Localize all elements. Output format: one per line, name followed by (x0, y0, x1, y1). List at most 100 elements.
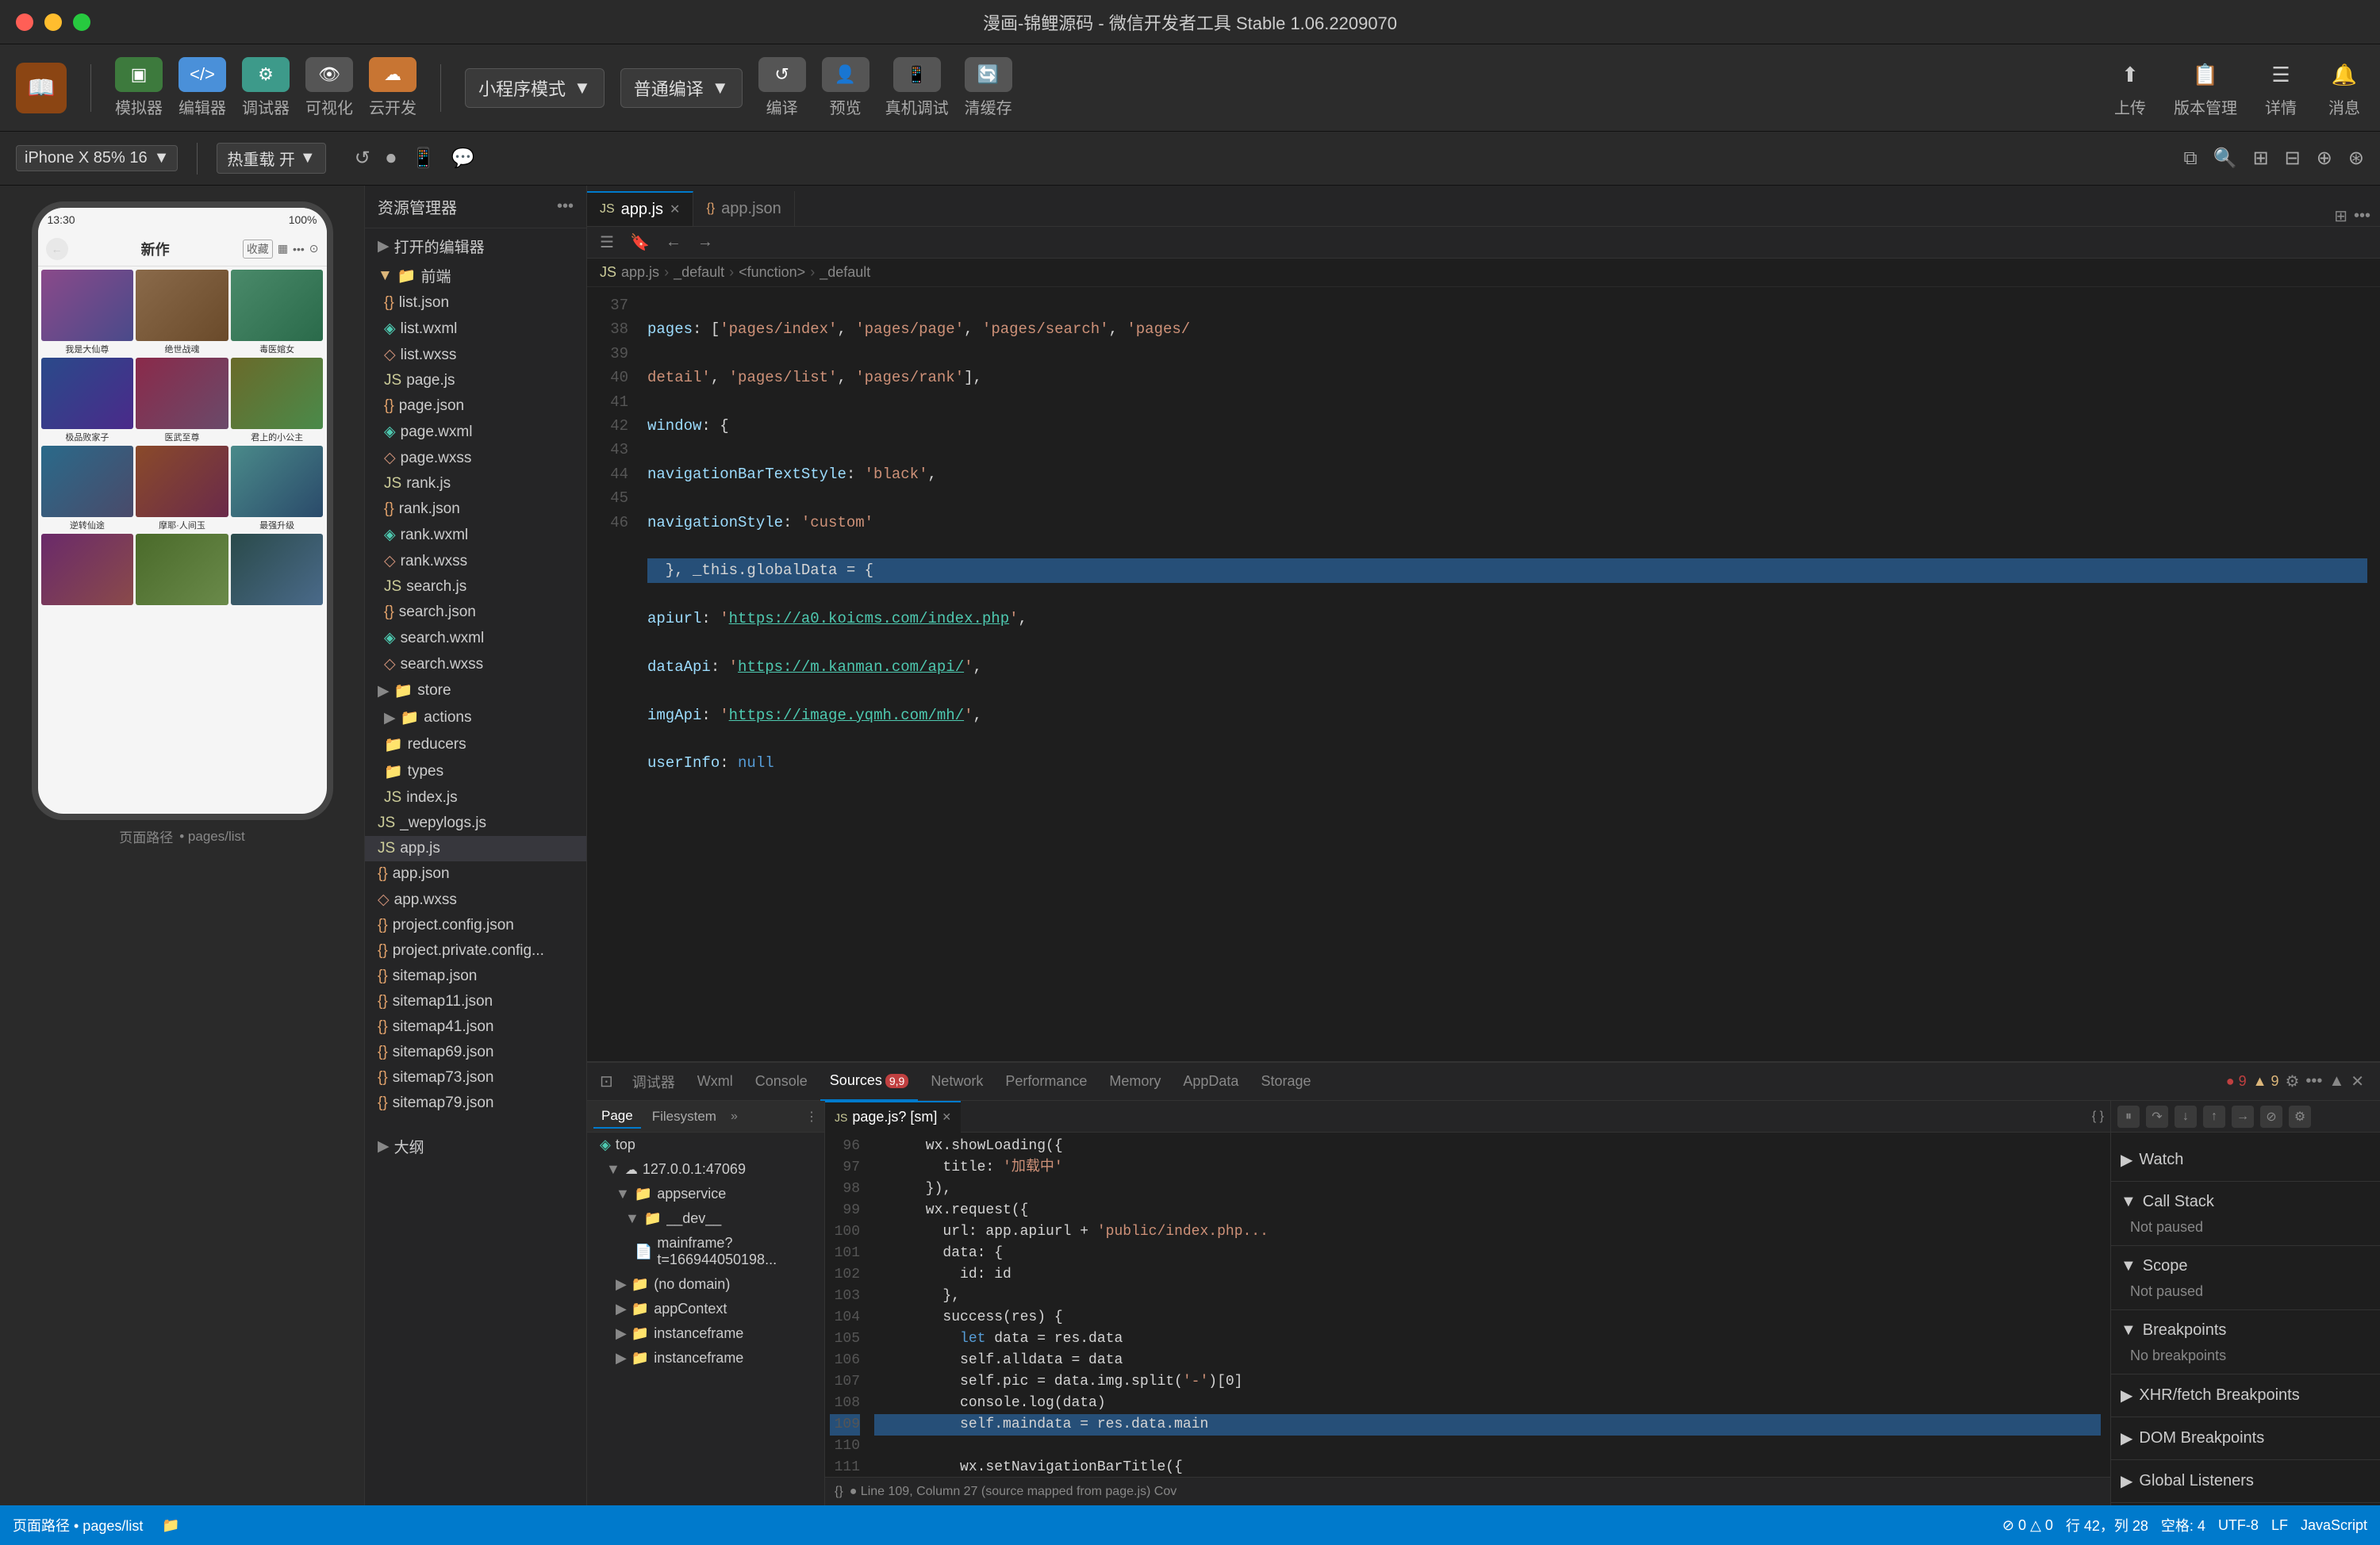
maximize-button[interactable] (73, 13, 90, 31)
filesystem-tab[interactable]: Filesystem (644, 1106, 724, 1128)
sitemap79-json[interactable]: {} sitemap79.json (365, 1091, 586, 1116)
sources-instanceframe1[interactable]: ▶ 📁 instanceframe (587, 1321, 824, 1346)
manga-item-6[interactable]: 君上的小公主 (231, 358, 324, 443)
rank-json[interactable]: {} rank.json (365, 496, 586, 522)
manga-item-11[interactable] (136, 534, 228, 607)
close-tab-icon[interactable]: ✕ (670, 201, 680, 217)
tab-sources[interactable]: Sources 9,9 (820, 1063, 919, 1101)
list-wxml[interactable]: ◈ list.wxml (365, 316, 586, 342)
manga-item-8[interactable]: 摩耶·人间玉 (136, 446, 228, 531)
sources-mainframe[interactable]: 📄 mainframe?t=166944050198... (587, 1231, 824, 1272)
tab-debugger[interactable]: 调试器 (623, 1063, 685, 1101)
deactivate-btn[interactable]: ⊘ (2260, 1106, 2282, 1128)
refresh-icon[interactable]: ↺ (355, 147, 370, 170)
debugger-group[interactable]: ⚙ 调试器 (242, 57, 290, 118)
toolbar-back-icon[interactable]: ← (662, 230, 685, 255)
sources-appcontext[interactable]: ▶ 📁 appContext (587, 1297, 824, 1321)
preview-group[interactable]: 👤 预览 (822, 57, 869, 118)
tab-appdata[interactable]: AppData (1173, 1063, 1248, 1101)
toolbar-forward-icon[interactable]: → (694, 230, 716, 255)
manga-item-10[interactable] (41, 534, 134, 607)
source-tab-close[interactable]: ✕ (942, 1110, 951, 1124)
page-wxss[interactable]: ◇ page.wxss (365, 445, 586, 471)
types-folder[interactable]: 📁 types (365, 758, 586, 785)
chevron-right-icon5[interactable]: » (731, 1110, 738, 1124)
tab-wxml[interactable]: Wxml (688, 1063, 743, 1101)
more-tabs-icon[interactable]: ••• (2354, 207, 2370, 225)
callstack-header[interactable]: ▼ Call Stack (2111, 1188, 2380, 1216)
step-out-btn[interactable]: ↑ (2203, 1106, 2225, 1128)
phone-grid-icon[interactable]: ▦ (278, 242, 288, 255)
tab-app-js[interactable]: JS app.js ✕ (587, 191, 693, 226)
more-debug-icon[interactable]: ••• (2305, 1072, 2322, 1091)
step-btn[interactable]: → (2232, 1106, 2254, 1128)
record-icon[interactable]: ⏺ (386, 148, 396, 170)
compile-mode-dropdown[interactable]: 普通编译 ▼ (620, 68, 743, 108)
sources-instanceframe2[interactable]: ▶ 📁 instanceframe (587, 1346, 824, 1371)
frontend-folder[interactable]: ▼ 📁 前端 (365, 261, 586, 290)
watch-header[interactable]: ▶ Watch (2111, 1145, 2380, 1175)
manga-item-7[interactable]: 逆转仙途 (41, 446, 134, 531)
upload-btn[interactable]: ⬆ 上传 (2110, 57, 2150, 118)
editor-group[interactable]: </> 编辑器 (178, 57, 226, 118)
tab-memory[interactable]: Memory (1100, 1063, 1170, 1101)
search-wxss[interactable]: ◇ search.wxss (365, 651, 586, 677)
opened-editors-section[interactable]: ▶ 打开的编辑器 (365, 232, 586, 261)
sources-top-item[interactable]: ◈ top (587, 1133, 824, 1157)
settings-debug-btn[interactable]: ⚙ (2289, 1106, 2311, 1128)
phone-rec-icon[interactable]: ⊙ (309, 242, 319, 255)
app-json[interactable]: {} app.json (365, 861, 586, 887)
step-into-btn[interactable]: ↓ (2175, 1106, 2197, 1128)
plugin-icon[interactable]: ⊞ (2253, 147, 2269, 170)
detail-btn[interactable]: ☰ 详情 (2261, 57, 2301, 118)
version-btn[interactable]: 📋 版本管理 (2174, 57, 2237, 118)
phone-more-icon[interactable]: ••• (293, 243, 305, 255)
manga-item-12[interactable] (231, 534, 324, 607)
xhr-header[interactable]: ▶ XHR/fetch Breakpoints (2111, 1381, 2380, 1410)
page-json[interactable]: {} page.json (365, 393, 586, 419)
phone-collection[interactable]: 收藏 (243, 240, 273, 259)
sitemap73-json[interactable]: {} sitemap73.json (365, 1065, 586, 1091)
search-js[interactable]: JS search.js (365, 574, 586, 600)
grid-icon[interactable]: ⊟ (2285, 147, 2301, 170)
minimize-debug-icon[interactable]: ▲ (2328, 1072, 2344, 1091)
chat-icon[interactable]: 💬 (451, 147, 475, 170)
manga-item-2[interactable]: 绝世战魂 (136, 270, 228, 355)
sitemap11-json[interactable]: {} sitemap11.json (365, 989, 586, 1014)
scope-header[interactable]: ▼ Scope (2111, 1252, 2380, 1280)
manga-item-5[interactable]: 医武至尊 (136, 358, 228, 443)
store-index-js[interactable]: JS index.js (365, 785, 586, 811)
message-btn[interactable]: 🔔 消息 (2324, 57, 2364, 118)
tab-storage[interactable]: Storage (1251, 1063, 1320, 1101)
sources-nodomain[interactable]: ▶ 📁 (no domain) (587, 1272, 824, 1297)
global-header[interactable]: ▶ Global Listeners (2111, 1466, 2380, 1496)
settings-icon[interactable]: ⊛ (2348, 147, 2364, 170)
manga-item-1[interactable]: 我是大仙尊 (41, 270, 134, 355)
store-folder[interactable]: ▶ 📁 store (365, 677, 586, 704)
list-json[interactable]: {} list.json (365, 290, 586, 316)
breakpoints-header[interactable]: ▼ Breakpoints (2111, 1317, 2380, 1344)
hotreload-button[interactable]: 热重载 开 ▼ (217, 143, 325, 174)
project-private-json[interactable]: {} project.private.config... (365, 938, 586, 964)
copy-icon[interactable]: ⧉ (2184, 148, 2198, 170)
debug-collapse-icon[interactable]: ⊡ (593, 1072, 620, 1091)
list-wxss[interactable]: ◇ list.wxss (365, 342, 586, 368)
sitemap69-json[interactable]: {} sitemap69.json (365, 1040, 586, 1065)
sources-more-icon[interactable]: ⋮ (805, 1109, 818, 1125)
actions-folder[interactable]: ▶ 📁 actions (365, 704, 586, 731)
phone-icon[interactable]: 📱 (412, 147, 436, 170)
sources-appservice[interactable]: ▼ 📁 appservice (587, 1182, 824, 1206)
simulator-group[interactable]: ▣ 模拟器 (115, 57, 163, 118)
tab-app-json[interactable]: {} app.json (693, 191, 794, 226)
project-config-json[interactable]: {} project.config.json (365, 913, 586, 938)
page-wxml[interactable]: ◈ page.wxml (365, 419, 586, 445)
pause-btn[interactable]: ⏸ (2117, 1106, 2140, 1128)
sources-server[interactable]: ▼ ☁ 127.0.0.1:47069 (587, 1157, 824, 1182)
search-icon[interactable]: 🔍 (2213, 147, 2237, 170)
back-icon[interactable]: ← (46, 238, 68, 260)
terminal-icon[interactable]: ⊕ (2317, 147, 2332, 170)
outline-section[interactable]: ▶ 大纲 (365, 1132, 586, 1161)
close-button[interactable] (16, 13, 33, 31)
source-tab-page[interactable]: JS page.js? [sm] ✕ (825, 1101, 961, 1133)
tab-console[interactable]: Console (746, 1063, 817, 1101)
